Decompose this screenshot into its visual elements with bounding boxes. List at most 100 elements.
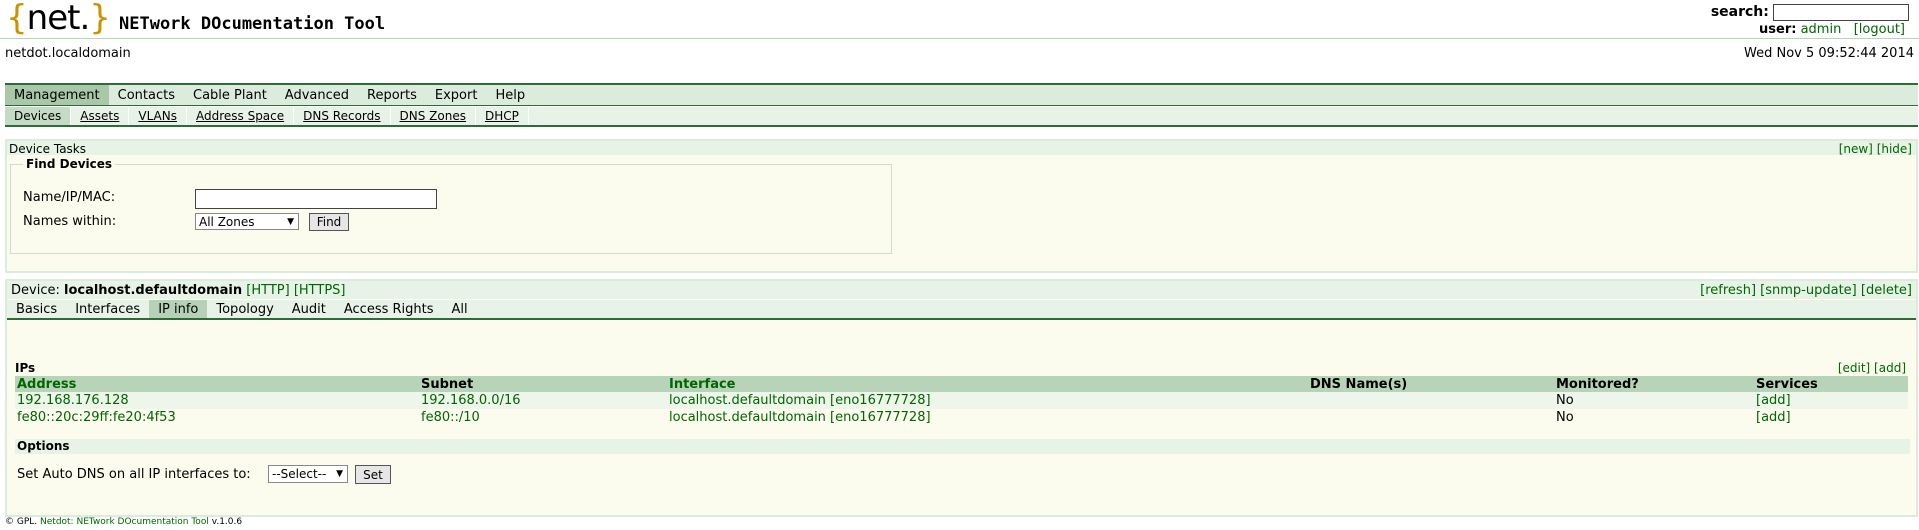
- subnav-item-devices[interactable]: Devices: [5, 107, 72, 125]
- table-header-row: Address Subnet Interface DNS Name(s) Mon…: [15, 376, 1908, 392]
- device-tasks-actions: [new] [hide]: [1839, 142, 1912, 156]
- subnav-item-vlans[interactable]: VLANs: [129, 107, 187, 125]
- logout-link[interactable]: [logout]: [1854, 22, 1905, 37]
- names-within-label: Names within:: [23, 214, 117, 229]
- delete-device-link[interactable]: [delete]: [1861, 283, 1912, 298]
- user-info: user: admin [logout]: [1759, 22, 1905, 37]
- auto-dns-label: Set Auto DNS on all IP interfaces to:: [17, 467, 251, 482]
- subnav-item-assets[interactable]: Assets: [71, 107, 130, 125]
- tab-audit[interactable]: Audit: [283, 300, 335, 318]
- add-ip-link[interactable]: [add]: [1874, 361, 1906, 375]
- column-header-address[interactable]: Address: [15, 376, 419, 392]
- interface-link[interactable]: localhost.defaultdomain [eno16777728]: [669, 393, 931, 408]
- main-nav: Management Contacts Cable Plant Advanced…: [5, 83, 1918, 106]
- device-panel: Device: localhost.defaultdomain [HTTP] […: [5, 279, 1918, 517]
- name-ip-mac-input[interactable]: [195, 189, 437, 209]
- column-header-dns-names: DNS Name(s): [1308, 376, 1554, 392]
- tab-topology[interactable]: Topology: [207, 300, 282, 318]
- tab-all[interactable]: All: [443, 300, 477, 318]
- subnet-link[interactable]: fe80::/10: [421, 410, 480, 425]
- subnav-label: DNS Records: [303, 109, 381, 123]
- set-auto-dns-button[interactable]: Set: [355, 465, 391, 484]
- device-label: Device:: [11, 283, 60, 298]
- new-device-link[interactable]: [new]: [1839, 142, 1873, 156]
- footer-netdot-link[interactable]: Netdot: NETwork DOcumentation Tool: [40, 517, 209, 527]
- subnav-label: DNS Zones: [399, 109, 466, 123]
- ip-address-link[interactable]: 192.168.176.128: [17, 393, 129, 408]
- subnav-label: Address Space: [195, 109, 285, 123]
- subnav-item-address-space[interactable]: Address Space: [187, 107, 295, 125]
- subnav-label: VLANs: [138, 109, 177, 123]
- find-devices-legend: Find Devices: [23, 157, 116, 171]
- user-label: user:: [1759, 22, 1797, 37]
- tab-basics[interactable]: Basics: [7, 300, 66, 318]
- subnav-item-dns-records[interactable]: DNS Records: [294, 107, 391, 125]
- monitored-cell: No: [1554, 392, 1754, 409]
- dropdown-arrow-icon: ▼: [336, 469, 343, 479]
- netdot-logo[interactable]: {net.}: [6, 0, 111, 38]
- subnav-label: Devices: [14, 109, 62, 123]
- subnav-label: DHCP: [484, 109, 519, 123]
- subnav-item-dns-zones[interactable]: DNS Zones: [391, 107, 476, 125]
- user-name-link[interactable]: admin: [1801, 22, 1842, 37]
- subnav-item-dhcp[interactable]: DHCP: [476, 107, 529, 125]
- refresh-link[interactable]: [refresh]: [1700, 283, 1756, 298]
- search-box: search:: [1711, 4, 1909, 21]
- tab-ip-info[interactable]: IP info: [149, 300, 208, 318]
- auto-dns-select[interactable]: --Select-- ▼: [268, 465, 348, 483]
- monitored-cell: No: [1554, 409, 1754, 426]
- ips-table: Address Subnet Interface DNS Name(s) Mon…: [15, 376, 1908, 426]
- auto-dns-select-value: --Select--: [272, 467, 327, 481]
- nav-item-help[interactable]: Help: [486, 85, 534, 105]
- dns-names-cell: [1308, 409, 1554, 426]
- device-title: Device: localhost.defaultdomain [HTTP] […: [11, 283, 346, 298]
- table-row: 192.168.176.128 192.168.0.0/16 localhost…: [15, 392, 1908, 409]
- add-service-link[interactable]: [add]: [1756, 410, 1791, 425]
- page-header: {net.} NETwork DOcumentation Tool search…: [0, 0, 1919, 40]
- device-tasks-panel: Device Tasks [new] [hide] Find Devices N…: [5, 139, 1918, 273]
- column-header-interface[interactable]: Interface: [667, 376, 1308, 392]
- sub-nav: Devices Assets VLANs Address Space DNS R…: [5, 107, 1918, 127]
- nav-item-contacts[interactable]: Contacts: [109, 85, 184, 105]
- server-datetime: Wed Nov 5 09:52:44 2014: [1744, 46, 1914, 61]
- nav-item-export[interactable]: Export: [426, 85, 487, 105]
- column-header-monitored: Monitored?: [1554, 376, 1754, 392]
- options-section-title: Options: [15, 439, 1910, 454]
- server-hostname: netdot.localdomain: [5, 46, 131, 61]
- zone-select[interactable]: All Zones ▼: [195, 213, 299, 230]
- footer-version: v.1.0.6: [211, 517, 243, 527]
- ip-address-link[interactable]: fe80::20c:29ff:fe20:4f53: [17, 410, 176, 425]
- column-header-services: Services: [1754, 376, 1908, 392]
- zone-select-value: All Zones: [199, 215, 255, 229]
- device-http-link[interactable]: [HTTP]: [246, 283, 289, 298]
- subnet-link[interactable]: 192.168.0.0/16: [421, 393, 521, 408]
- ips-section-title: IPs: [15, 361, 36, 375]
- device-tabs: Basics Interfaces IP info Topology Audit…: [7, 300, 1916, 320]
- nav-item-cable-plant[interactable]: Cable Plant: [184, 85, 276, 105]
- device-https-link[interactable]: [HTTPS]: [294, 283, 346, 298]
- logo-brace-open: {: [6, 0, 28, 38]
- search-input[interactable]: [1773, 4, 1909, 21]
- edit-ips-link[interactable]: [edit]: [1838, 361, 1870, 375]
- device-header: Device: localhost.defaultdomain [HTTP] […: [7, 281, 1916, 299]
- subnav-label: Assets: [80, 109, 120, 123]
- nav-item-advanced[interactable]: Advanced: [276, 85, 358, 105]
- find-button[interactable]: Find: [309, 213, 349, 231]
- nav-item-reports[interactable]: Reports: [358, 85, 426, 105]
- device-actions: [refresh] [snmp-update] [delete]: [1700, 283, 1912, 298]
- header-divider: [0, 38, 1919, 39]
- logo-word: net.: [26, 0, 91, 38]
- interface-link[interactable]: localhost.defaultdomain [eno16777728]: [669, 410, 931, 425]
- app-title: NETwork DOcumentation Tool: [119, 14, 386, 34]
- tab-access-rights[interactable]: Access Rights: [335, 300, 443, 318]
- content-bottom-divider: [5, 515, 1918, 516]
- column-header-subnet: Subnet: [419, 376, 667, 392]
- snmp-update-link[interactable]: [snmp-update]: [1760, 283, 1857, 298]
- hide-tasks-link[interactable]: [hide]: [1877, 142, 1912, 156]
- tab-interfaces[interactable]: Interfaces: [66, 300, 149, 318]
- dropdown-arrow-icon: ▼: [287, 217, 294, 227]
- name-ip-mac-label: Name/IP/MAC:: [23, 190, 116, 205]
- device-tasks-title: Device Tasks: [9, 142, 87, 156]
- nav-item-management[interactable]: Management: [5, 85, 109, 105]
- add-service-link[interactable]: [add]: [1756, 393, 1791, 408]
